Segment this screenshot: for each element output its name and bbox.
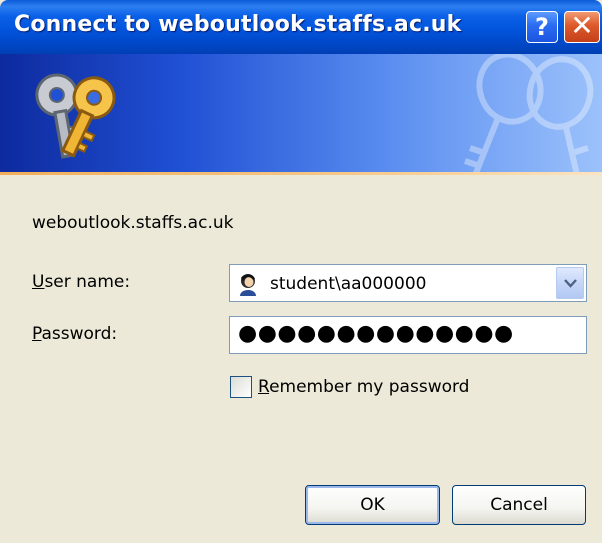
remember-label-text: emember my password (269, 377, 470, 397)
title-bar[interactable]: Connect to weboutlook.staffs.ac.uk ? ✕ (0, 0, 602, 54)
username-combobox[interactable]: student\aa000000 (229, 264, 587, 302)
dropdown-arrow-button[interactable] (556, 267, 584, 299)
help-button[interactable]: ? (526, 11, 558, 43)
banner (0, 54, 602, 172)
remember-password-label[interactable]: Remember my password (258, 377, 469, 397)
keys-icon (35, 73, 116, 159)
window-title: Connect to weboutlook.staffs.ac.uk (14, 12, 462, 37)
username-label-access-key: U (32, 272, 45, 292)
keys-watermark-icon (464, 54, 594, 172)
remember-label-access-key: R (258, 377, 270, 397)
chevron-down-icon (564, 279, 577, 288)
password-label-text: assword: (41, 324, 118, 344)
password-label-access-key: P (32, 324, 42, 344)
login-dialog: Connect to weboutlook.staffs.ac.uk ? ✕ w… (0, 0, 602, 543)
server-name: weboutlook.staffs.ac.uk (32, 213, 234, 233)
cancel-button[interactable]: Cancel (452, 485, 586, 525)
ok-button[interactable]: OK (305, 485, 440, 525)
username-label: User name: (32, 272, 130, 292)
username-value: student\aa000000 (270, 274, 427, 294)
password-field[interactable]: ●●●●●●●●●●●●●● (229, 316, 587, 354)
close-button[interactable]: ✕ (564, 11, 600, 43)
password-label: Password: (32, 324, 117, 344)
password-masked-value: ●●●●●●●●●●●●●● (238, 321, 514, 346)
remember-password-checkbox[interactable] (230, 376, 252, 398)
username-label-text: ser name: (44, 272, 131, 292)
user-icon (240, 274, 256, 296)
